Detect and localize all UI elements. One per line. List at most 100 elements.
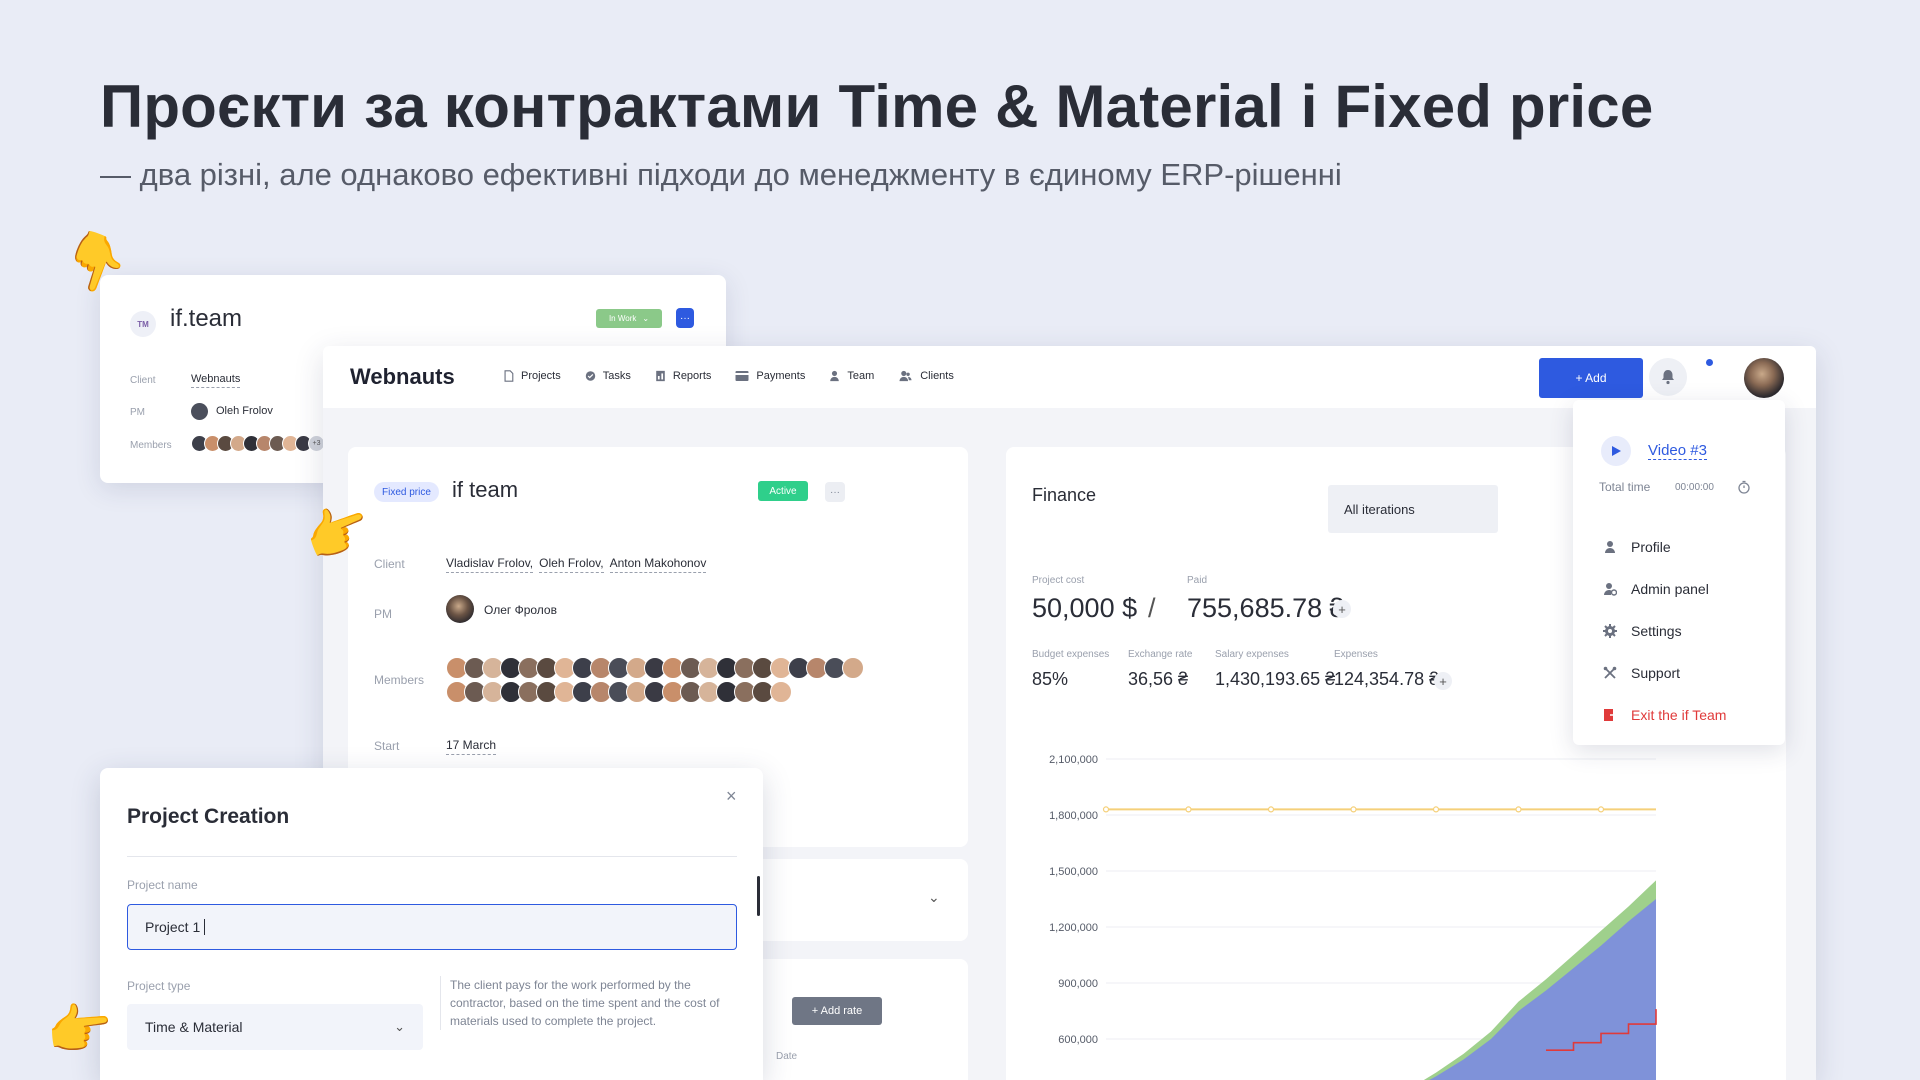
start-date[interactable]: 17 March: [446, 738, 497, 755]
status-label: In Work: [608, 314, 637, 323]
project-type-value: Time & Material: [145, 1019, 243, 1035]
stopwatch-icon[interactable]: [1737, 480, 1751, 494]
more-button[interactable]: ···: [676, 308, 694, 328]
notification-dot: [1706, 359, 1713, 366]
date-column-header: Date: [776, 1051, 798, 1062]
play-icon: [1612, 446, 1621, 456]
add-payment-button[interactable]: +: [1333, 600, 1351, 618]
more-button[interactable]: ···: [825, 482, 845, 502]
project-type-badge: Fixed price: [374, 482, 439, 502]
person-icon: [830, 370, 840, 382]
total-time-label: Total time: [1599, 480, 1651, 494]
budget-point: [1515, 806, 1522, 813]
close-icon[interactable]: ×: [726, 786, 737, 807]
menu-item-label: Exit the if Team: [1631, 707, 1727, 723]
y-tick-label: 1,200,000: [1049, 922, 1098, 934]
client-list: Vladislav Frolov, Oleh Frolov, Anton Mak…: [446, 556, 707, 573]
menu-item-admin-panel[interactable]: Admin panel: [1603, 581, 1709, 597]
add-expense-button[interactable]: +: [1434, 672, 1452, 690]
modal-title: Project Creation: [127, 805, 290, 828]
salary-expenses-label: Salary expenses: [1215, 649, 1289, 660]
y-tick-label: 2,100,000: [1049, 754, 1098, 766]
client-label: Client: [130, 375, 156, 386]
nav-payments-label: Payments: [756, 370, 806, 382]
budget-point: [1185, 806, 1192, 813]
project-cost-label: Project cost: [1032, 575, 1085, 586]
pm-avatar: [446, 595, 474, 623]
status-dropdown[interactable]: In Work ⌄: [596, 309, 662, 328]
budget-expenses-label: Budget expenses: [1032, 649, 1110, 660]
scrollbar[interactable]: [757, 876, 760, 916]
pm-value[interactable]: Олег Фролов: [484, 603, 557, 617]
budget-point: [1267, 806, 1275, 813]
page-subheadline: — два різні, але однаково ефективні підх…: [100, 157, 1342, 192]
text-cursor: [204, 919, 206, 935]
budget-point: [1432, 806, 1440, 813]
member-avatar: [770, 681, 792, 703]
wallet-icon: [735, 371, 749, 381]
tools-icon: [1603, 666, 1617, 679]
nav-projects-label: Projects: [521, 370, 561, 382]
status-badge[interactable]: Active: [758, 481, 808, 501]
finance-title: Finance: [1032, 485, 1097, 505]
project-type-select[interactable]: Time & Material ⌄: [127, 1004, 423, 1050]
people-icon: [899, 370, 912, 382]
video-link[interactable]: Video #3: [1648, 442, 1707, 460]
members-avatars[interactable]: [446, 657, 864, 703]
client-label: Client: [374, 557, 405, 571]
menu-item-label: Admin panel: [1631, 581, 1709, 597]
menu-item-label: Support: [1631, 665, 1681, 681]
client-link[interactable]: Vladislav Frolov,: [446, 556, 534, 573]
project-name-value: Project 1: [145, 919, 201, 935]
y-tick-label: 600,000: [1058, 1034, 1098, 1046]
pointing-hand-icon: 👉: [43, 997, 116, 1063]
nav-reports[interactable]: Reports: [655, 370, 712, 382]
notifications-button[interactable]: [1649, 358, 1687, 396]
admin-icon: [1604, 583, 1617, 596]
client-value[interactable]: Webnauts: [191, 373, 241, 388]
play-button[interactable]: [1601, 436, 1631, 466]
menu-item-settings[interactable]: Settings: [1603, 623, 1682, 639]
budget-expenses-value: 85%: [1032, 669, 1069, 689]
project-name-input[interactable]: Project 1: [127, 904, 737, 950]
client-link[interactable]: Oleh Frolov,: [539, 556, 604, 573]
nav-clients[interactable]: Clients: [898, 370, 954, 382]
menu-item-support[interactable]: Support: [1603, 665, 1680, 681]
paid-value: 755,685.78 ₴: [1187, 593, 1345, 623]
client-link[interactable]: Anton Makohonov: [609, 556, 707, 573]
members-label: Members: [130, 440, 172, 451]
expenses-value: 124,354.78 ₴: [1334, 669, 1440, 689]
app-logo[interactable]: Webnauts: [350, 364, 455, 390]
nav-projects[interactable]: Projects: [503, 370, 561, 382]
project-creation-modal: Project Creation × Project name Project …: [100, 768, 763, 1080]
menu-item-exit[interactable]: Exit the if Team: [1603, 707, 1726, 723]
nav-payments[interactable]: Payments: [735, 370, 805, 382]
add-rate-button[interactable]: + Add rate: [792, 997, 882, 1025]
project-name-label: Project name: [127, 878, 198, 892]
main-nav: Projects Tasks Reports Payments Team Cli…: [503, 370, 954, 382]
pm-value[interactable]: Oleh Frolov: [216, 405, 273, 417]
total-time-value: 00:00:00: [1675, 482, 1714, 493]
document-icon: [504, 370, 514, 382]
user-dropdown-menu: Video #3 Total time 00:00:00 Profile Adm…: [1573, 400, 1785, 745]
members-avatars[interactable]: +3: [191, 435, 325, 452]
chevron-down-icon[interactable]: ⌄: [928, 889, 940, 906]
budget-point: [1597, 806, 1605, 813]
nav-tasks[interactable]: Tasks: [585, 370, 631, 382]
top-navigation-bar: Webnauts Projects Tasks Reports Payments…: [323, 346, 1816, 408]
add-button[interactable]: + Add: [1539, 358, 1643, 398]
nav-team[interactable]: Team: [829, 370, 874, 382]
y-tick-label: 900,000: [1058, 978, 1098, 990]
project-title: if team: [452, 477, 519, 502]
nav-reports-label: Reports: [672, 370, 712, 382]
members-row: [446, 681, 864, 703]
salary-expenses-value: 1,430,193.65 ₴: [1215, 669, 1336, 689]
iteration-select[interactable]: All iterations: [1328, 485, 1498, 533]
menu-item-profile[interactable]: Profile: [1603, 539, 1671, 555]
person-icon: [1605, 541, 1615, 553]
project-type-description: The client pays for the work performed b…: [440, 976, 740, 1030]
menu-item-label: Profile: [1631, 539, 1671, 555]
menu-item-label: Settings: [1631, 623, 1682, 639]
user-avatar[interactable]: [1744, 358, 1784, 398]
y-tick-label: 1,800,000: [1049, 810, 1098, 822]
